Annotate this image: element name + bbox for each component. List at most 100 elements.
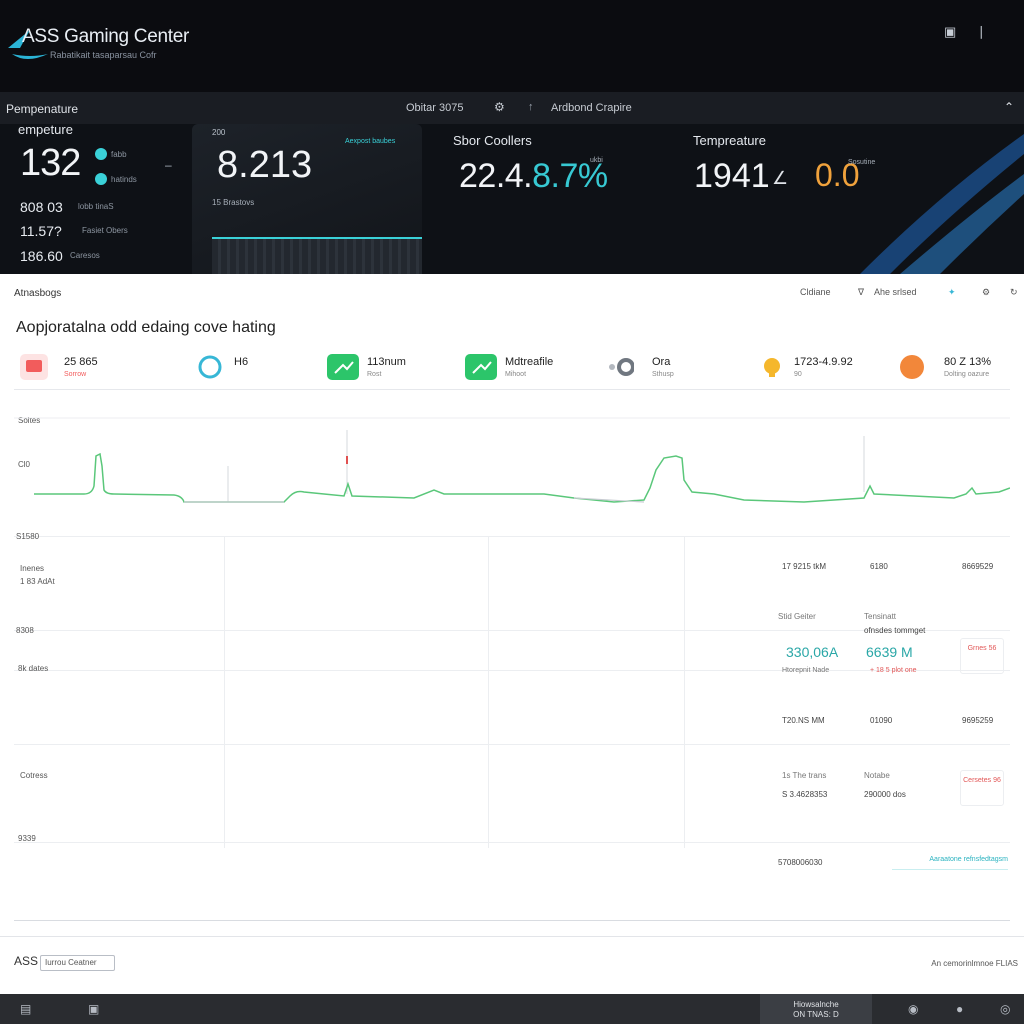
table-cell: 6180 bbox=[870, 562, 888, 571]
header-right-label[interactable]: Ardbond Crapire bbox=[551, 102, 632, 114]
header-left-label: Pempenature bbox=[6, 102, 79, 116]
panel-tag[interactable]: Aexpost baubes bbox=[345, 138, 395, 145]
globe-icon bbox=[196, 354, 224, 380]
more-icon[interactable]: ∣ bbox=[978, 24, 985, 40]
table-cell: 8669529 bbox=[962, 562, 994, 571]
card-title: Aopjoratalna odd edaing cove hating bbox=[16, 319, 276, 336]
table-sub: Htorepnit Nade bbox=[782, 667, 830, 674]
stat-value: 113num bbox=[367, 356, 406, 368]
stats-row: 25 865 Sorrow H6 113num Rost Mdtreafile … bbox=[14, 346, 1010, 390]
stat-label: Sthusp bbox=[652, 371, 674, 378]
toolbar-item[interactable]: Cldiane bbox=[800, 287, 831, 297]
table-sub: + 18 5 plot one bbox=[870, 667, 917, 674]
mini-badge[interactable]: Grnes 56 bbox=[960, 638, 1004, 674]
panel-sub-label: 15 Brastovs bbox=[212, 198, 255, 207]
table-cell: 5708006030 bbox=[778, 858, 823, 867]
toolbar-item[interactable]: Ahe srlsed bbox=[874, 287, 917, 297]
chevron-up-icon[interactable]: ⌃ bbox=[1004, 100, 1014, 114]
footer-input[interactable]: Iurrou Ceatner bbox=[40, 955, 115, 971]
table-big-value: 330,06A bbox=[786, 644, 839, 660]
table-header: Tensinatt bbox=[864, 612, 897, 621]
row-label: 8k dates bbox=[18, 664, 49, 673]
legend-dot-icon bbox=[95, 173, 107, 185]
temperature2-title: Tempreature bbox=[693, 133, 766, 148]
stat-label: Sorrow bbox=[64, 371, 87, 378]
title-bar: ASS Gaming Center Rabatikait tasaparsau … bbox=[0, 0, 1024, 92]
grid-line bbox=[14, 670, 1010, 671]
taskbar-clock[interactable]: Hiowsalnche ON TNAS: D bbox=[760, 994, 872, 1024]
legend-label: fabb bbox=[111, 150, 127, 159]
temperature-label: empeture bbox=[18, 122, 73, 137]
table-cell: 9695259 bbox=[962, 716, 994, 725]
stat-value: Mdtreafile bbox=[505, 356, 554, 368]
gear-icon[interactable]: ⚙ bbox=[494, 100, 505, 114]
brush-icon[interactable]: ✦ bbox=[948, 287, 956, 298]
monitor-icon[interactable]: ▣ bbox=[944, 24, 956, 40]
trend-up-icon bbox=[465, 354, 497, 380]
row-label: S1580 bbox=[16, 532, 40, 541]
table-big-value: 6639 M bbox=[866, 644, 913, 660]
mini-badge[interactable]: Cersetes 96 bbox=[960, 770, 1004, 806]
row-label: Cotress bbox=[20, 771, 48, 780]
settings-icon[interactable]: ⚙ bbox=[982, 287, 990, 298]
grid-line bbox=[488, 536, 489, 848]
flag-icon bbox=[20, 354, 48, 380]
stat-label: Mihoot bbox=[505, 371, 527, 378]
bulb-icon bbox=[760, 354, 788, 380]
temperature-graph[interactable] bbox=[14, 410, 1010, 520]
metric-value: 11.57? bbox=[20, 223, 62, 239]
app-subtitle: Rabatikait tasaparsau Cofr bbox=[50, 50, 157, 60]
coolers-value-b: 8.7 bbox=[532, 157, 578, 195]
footer-status: An cemorinlmnoe FLIAS bbox=[931, 959, 1018, 968]
footer-brand: ASS bbox=[14, 954, 39, 968]
stat-value: 1723-4.9.92 bbox=[794, 356, 853, 368]
row-label: 1 83 AdAt bbox=[20, 577, 55, 586]
stat-value: 25 865 bbox=[64, 356, 98, 368]
table-cell: 290000 dos bbox=[864, 790, 906, 799]
window-icon[interactable]: ▤ bbox=[20, 1002, 31, 1016]
metric-value: 808 03 bbox=[20, 199, 63, 215]
coolers-value: 22.4.8.7% bbox=[459, 157, 608, 196]
footer: ASS Iurrou Ceatner An cemorinlmnoe FLIAS bbox=[0, 936, 1024, 994]
chrome-icon[interactable]: ◎ bbox=[1000, 1002, 1010, 1016]
taskbar: ▤ ▣ Hiowsalnche ON TNAS: D ◉ ● ◎ bbox=[0, 994, 1024, 1024]
folder-icon[interactable]: ▣ bbox=[88, 1002, 99, 1016]
header-mid-label[interactable]: Obitar 3075 bbox=[406, 102, 463, 114]
refresh-icon[interactable]: ↻ bbox=[1010, 287, 1018, 298]
coolers-value-a: 22.4. bbox=[459, 157, 533, 195]
band-header: Pempenature Obitar 3075 ⚙ ↑ Ardbond Crap… bbox=[0, 92, 1024, 124]
filter-icon[interactable]: ∇ bbox=[858, 287, 864, 298]
details-link[interactable]: Aaraatone refnsfedtagsm bbox=[892, 856, 1008, 870]
metric-label: Fasiet Obers bbox=[82, 226, 128, 235]
table-cell: S 3.4628353 bbox=[782, 790, 828, 799]
gpu-panel[interactable]: 200 Aexpost baubes 8.213 15 Brastovs bbox=[192, 124, 422, 274]
table-header: 1s The trans bbox=[782, 771, 827, 780]
temperature-value: 132 bbox=[20, 142, 81, 184]
separator-icon: ↑ bbox=[528, 101, 534, 113]
grid-line bbox=[14, 630, 1010, 631]
table-header: Stid Geiter bbox=[778, 612, 816, 621]
controller-icon[interactable]: ● bbox=[956, 1002, 963, 1016]
metric-label: lobb tinaS bbox=[78, 202, 114, 211]
grid-line bbox=[14, 842, 1010, 843]
table-header: ofnsdes tommget bbox=[864, 626, 926, 635]
row-label: 8308 bbox=[16, 626, 34, 635]
stat-value: Ora bbox=[652, 356, 671, 368]
game-icon[interactable]: ◉ bbox=[908, 1002, 918, 1016]
coolers-title: Sbor Coollers bbox=[453, 133, 532, 148]
clock-line-1: Hiowsalnche bbox=[793, 1000, 839, 1009]
legend-label: hatinds bbox=[111, 175, 137, 184]
badge-icon bbox=[896, 354, 924, 380]
row-label: 9339 bbox=[18, 834, 36, 843]
stat-value: 80 Z 13% bbox=[944, 356, 992, 368]
trend-up-icon bbox=[327, 354, 359, 380]
trend-icon: ∠ bbox=[772, 168, 789, 188]
decor-swoosh bbox=[860, 134, 1024, 274]
stat-label: Dolting oazure bbox=[944, 371, 990, 378]
table-cell: T20.NS MM bbox=[782, 716, 825, 725]
network-icon bbox=[606, 354, 635, 380]
details-card: Atnasbogs Cldiane ∇ Ahe srlsed ✦ ⚙ ↻ Aop… bbox=[0, 274, 1024, 936]
expand-icon[interactable]: – bbox=[165, 158, 172, 172]
stat-label: 90 bbox=[794, 371, 802, 378]
divider bbox=[14, 920, 1010, 921]
